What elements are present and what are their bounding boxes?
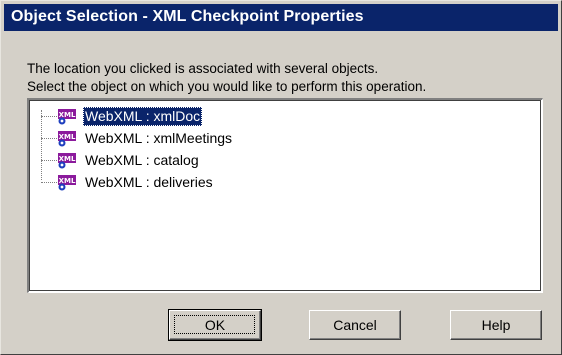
prompt-text-line-1: The location you clicked is associated w…	[27, 61, 379, 76]
tree-branch-line	[41, 116, 57, 117]
tree-item-label: WebXML : deliveries	[85, 174, 213, 190]
dialog-title: Object Selection - XML Checkpoint Proper…	[11, 8, 364, 25]
xml-object-icon: XML	[58, 153, 76, 169]
help-button[interactable]: Help	[450, 310, 542, 340]
tree-item-label: WebXML : catalog	[85, 152, 199, 168]
title-bar[interactable]: Object Selection - XML Checkpoint Proper…	[4, 4, 558, 31]
cancel-button[interactable]: Cancel	[309, 310, 401, 340]
tree-item-xmldoc[interactable]: XML WebXML : xmlDoc	[41, 106, 341, 128]
tree-item-label: WebXML : xmlDoc	[83, 107, 203, 126]
ok-button-label: OK	[204, 316, 226, 333]
tree-item-catalog[interactable]: XML WebXML : catalog	[41, 150, 341, 172]
xml-object-icon: XML	[58, 109, 76, 125]
ok-button[interactable]: OK	[168, 309, 262, 341]
object-tree-list[interactable]: XML WebXML : xmlDoc XML WebXML : xmlMeet…	[27, 98, 543, 293]
tree-branch-line	[41, 160, 57, 161]
tree-branch-line	[41, 138, 57, 139]
prompt-text-line-2: Select the object on which you would lik…	[27, 79, 427, 94]
tree-branch-line	[41, 182, 57, 183]
tree-item-xmlmeetings[interactable]: XML WebXML : xmlMeetings	[41, 128, 341, 150]
tree-item-label: WebXML : xmlMeetings	[85, 130, 233, 146]
xml-object-icon: XML	[58, 131, 76, 147]
xml-object-icon: XML	[58, 175, 76, 191]
object-selection-dialog: Object Selection - XML Checkpoint Proper…	[0, 0, 562, 355]
tree-item-deliveries[interactable]: XML WebXML : deliveries	[41, 172, 341, 194]
